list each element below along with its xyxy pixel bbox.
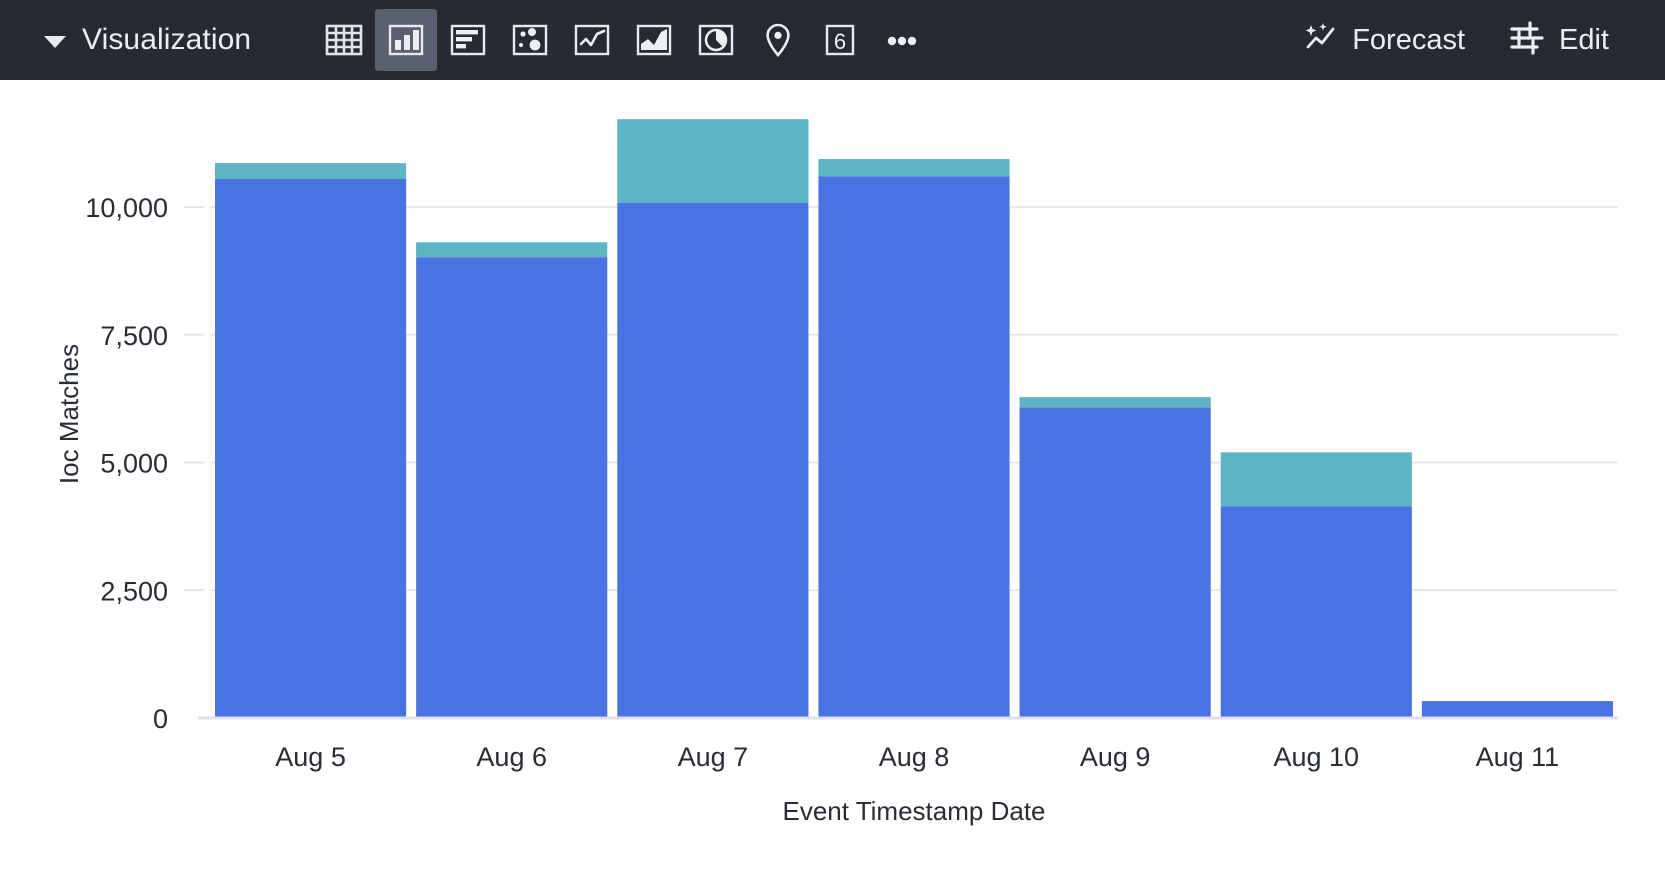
sliders-icon [1509, 20, 1545, 60]
x-axis-labels: Aug 5 Aug 6 Aug 7 Aug 8 Aug 9 Aug 10 Aug 11 [275, 742, 1559, 772]
y-tick-label: 0 [153, 704, 168, 734]
bar-segment[interactable] [818, 159, 1010, 177]
chevron-down-icon [44, 35, 66, 48]
bar-segment[interactable] [1220, 506, 1412, 718]
visualization-menu-label: Visualization [82, 23, 252, 56]
map-pin-icon[interactable] [747, 9, 809, 71]
line-chart-icon[interactable] [561, 9, 623, 71]
x-tick-label: Aug 5 [275, 742, 346, 772]
svg-text:6: 6 [834, 29, 846, 54]
forecast-button[interactable]: Forecast [1280, 11, 1487, 70]
bar-segment[interactable] [215, 178, 407, 718]
bar-segment[interactable] [1421, 701, 1613, 718]
y-tick-label: 2,500 [100, 576, 168, 606]
bar-segment[interactable] [617, 119, 809, 203]
y-tick-label: 7,500 [100, 321, 168, 351]
bar-segment[interactable] [1019, 407, 1211, 718]
column-chart-icon[interactable] [375, 9, 438, 71]
bar-segment[interactable] [416, 242, 608, 258]
x-axis-title: Event Timestamp Date [783, 796, 1046, 826]
y-tick-label: 10,000 [85, 193, 168, 223]
y-axis-labels: 0 2,500 5,000 7,500 10,000 [85, 193, 168, 734]
bar-chart-icon[interactable] [437, 9, 499, 71]
bar-segment[interactable] [1220, 452, 1412, 507]
table-icon[interactable] [313, 9, 375, 71]
single-value-icon[interactable]: 6 [809, 9, 871, 71]
forecast-label: Forecast [1352, 23, 1466, 56]
visualization-menu-button[interactable]: Visualization [0, 0, 251, 80]
more-options-icon[interactable] [871, 9, 933, 71]
bar-segment[interactable] [617, 202, 809, 719]
y-axis-title: Ioc Matches [54, 344, 84, 484]
stacked-bar-chart[interactable]: 02,5005,0007,50010,000 Aug 5 Aug 6 Aug 7 Au… [0, 80, 1665, 882]
x-tick-label: Aug 11 [1476, 742, 1560, 772]
y-tick-label: 5,000 [100, 449, 168, 479]
bar-segment[interactable] [416, 257, 608, 718]
bubble-chart-icon[interactable] [499, 9, 561, 71]
area-chart-icon[interactable] [623, 9, 685, 71]
x-tick-label: Aug 7 [678, 742, 749, 772]
toolbar-actions: Forecast Edit [1280, 0, 1665, 80]
bar-segment[interactable] [215, 163, 407, 179]
visualization-type-group: 6 [313, 0, 933, 80]
pie-chart-icon[interactable] [685, 9, 747, 71]
sparkle-trend-icon [1302, 21, 1338, 60]
x-tick-label: Aug 9 [1080, 742, 1151, 772]
bar-segment[interactable] [1019, 397, 1211, 408]
bar-segment[interactable] [818, 176, 1010, 718]
chart-container: 0 2,500 5,000 7,500 10,000 Aug 5 Aug 6 Aug 7 Au… [0, 80, 1665, 882]
x-tick-label: Aug 6 [476, 742, 547, 772]
visualization-toolbar: Visualization 6 Forecast Edit [0, 0, 1665, 80]
x-tick-label: Aug 8 [879, 742, 950, 772]
edit-label: Edit [1559, 23, 1609, 56]
chart-bars[interactable] [215, 119, 1613, 719]
x-tick-label: Aug 10 [1273, 742, 1359, 772]
edit-button[interactable]: Edit [1487, 11, 1631, 70]
